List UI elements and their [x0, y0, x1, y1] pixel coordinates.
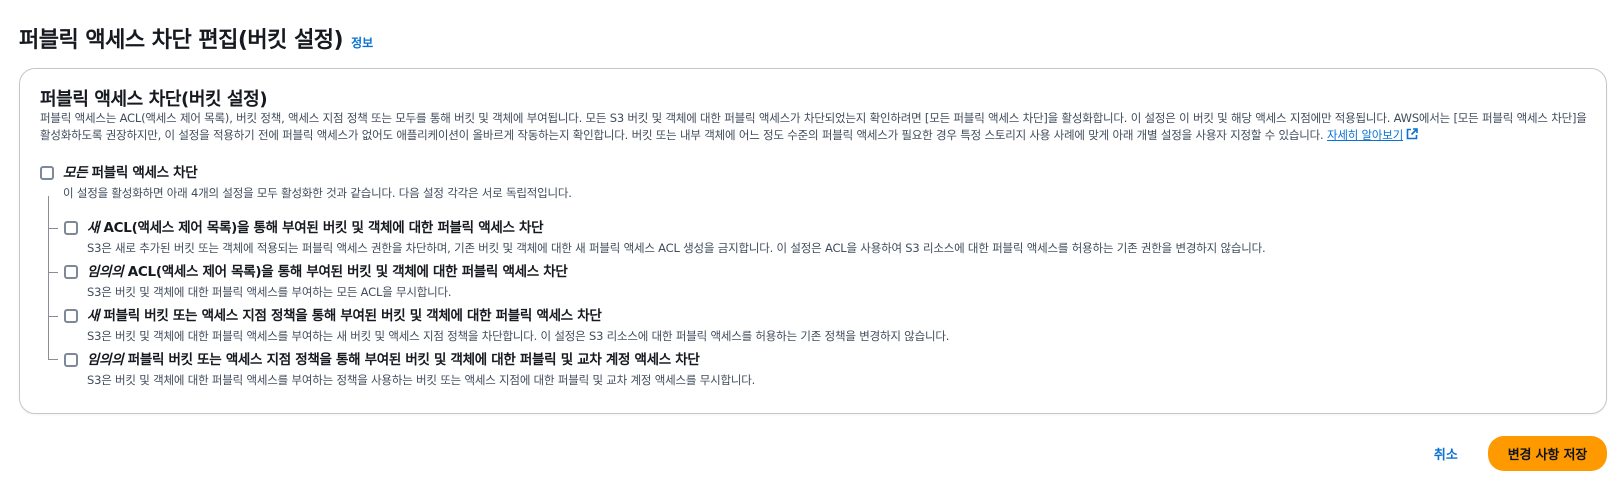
option-label: 새 ACL(액세스 제어 목록)을 통해 부여된 버킷 및 객체에 대한 퍼블릭… — [87, 220, 1265, 237]
block-any-acl-checkbox[interactable] — [64, 265, 78, 279]
option-label-rest: 퍼블릭 액세스 차단 — [87, 165, 198, 181]
panel-title: 퍼블릭 액세스 차단(버킷 설정) — [40, 89, 268, 110]
option-label: 임의의 ACL(액세스 제어 목록)을 통해 부여된 버킷 및 객체에 대한 퍼… — [87, 264, 568, 281]
page-title: 퍼블릭 액세스 차단 편집(버킷 설정) — [19, 28, 344, 53]
option-label-emph: 모든 — [63, 165, 88, 181]
option-label-emph: 새 — [87, 220, 100, 236]
option-text: 임의의 ACL(액세스 제어 목록)을 통해 부여된 버킷 및 객체에 대한 퍼… — [87, 264, 568, 300]
option-description: S3은 버킷 및 객체에 대한 퍼블릭 액세스를 부여하는 새 버킷 및 액세스… — [87, 329, 950, 343]
option-block-any-policy: 임의의 퍼블릭 버킷 또는 액세스 지점 정책을 통해 부여된 버킷 및 객체에… — [64, 352, 755, 388]
option-label-emph: 임의의 — [87, 264, 124, 280]
option-label-rest: 퍼블릭 버킷 또는 액세스 지점 정책을 통해 부여된 버킷 및 객체에 대한 … — [99, 308, 602, 324]
option-text: 모든 퍼블릭 액세스 차단 이 설정을 활성화하면 아래 4개의 설정을 모두 … — [63, 165, 572, 201]
cancel-button[interactable]: 취소 — [1420, 436, 1472, 471]
block-new-policy-checkbox[interactable] — [64, 309, 78, 323]
option-text: 새 퍼블릭 버킷 또는 액세스 지점 정책을 통해 부여된 버킷 및 객체에 대… — [87, 308, 949, 344]
block-all-checkbox[interactable] — [40, 166, 54, 180]
external-link-icon — [1406, 128, 1418, 140]
option-description: S3은 버킷 및 객체에 대한 퍼블릭 액세스를 부여하는 모든 ACL을 무시… — [87, 285, 452, 299]
learn-more-label: 자세히 알아보기 — [1326, 128, 1404, 142]
tree-connector — [48, 196, 49, 359]
page-header: 퍼블릭 액세스 차단 편집(버킷 설정) 정보 — [19, 22, 373, 54]
option-block-all: 모든 퍼블릭 액세스 차단 이 설정을 활성화하면 아래 4개의 설정을 모두 … — [40, 165, 572, 201]
option-description: S3은 버킷 및 객체에 대한 퍼블릭 액세스를 부여하는 정책을 사용하는 버… — [87, 373, 756, 387]
page: 퍼블릭 액세스 차단 편집(버킷 설정) 정보 퍼블릭 액세스 차단(버킷 설정… — [0, 0, 1623, 498]
save-changes-button[interactable]: 변경 사항 저장 — [1487, 436, 1607, 471]
option-description: 이 설정을 활성화하면 아래 4개의 설정을 모두 활성화한 것과 같습니다. … — [63, 186, 572, 200]
panel-description: 퍼블릭 액세스는 ACL(액세스 제어 목록), 버킷 정책, 액세스 지점 정… — [40, 110, 1600, 144]
option-description: S3은 새로 추가된 버킷 또는 객체에 적용되는 퍼블릭 액세스 권한을 차단… — [87, 241, 1266, 255]
tree-branch — [48, 272, 58, 273]
info-link[interactable]: 정보 — [351, 34, 373, 51]
option-block-new-acl: 새 ACL(액세스 제어 목록)을 통해 부여된 버킷 및 객체에 대한 퍼블릭… — [64, 220, 1266, 256]
block-new-acl-checkbox[interactable] — [64, 221, 78, 235]
option-label-rest: ACL(액세스 제어 목록)을 통해 부여된 버킷 및 객체에 대한 퍼블릭 액… — [123, 264, 568, 280]
tree-branch — [48, 316, 58, 317]
option-label-rest: 퍼블릭 버킷 또는 액세스 지점 정책을 통해 부여된 버킷 및 객체에 대한 … — [123, 352, 700, 368]
option-block-any-acl: 임의의 ACL(액세스 제어 목록)을 통해 부여된 버킷 및 객체에 대한 퍼… — [64, 264, 568, 300]
tree-branch — [48, 228, 58, 229]
option-block-new-policy: 새 퍼블릭 버킷 또는 액세스 지점 정책을 통해 부여된 버킷 및 객체에 대… — [64, 308, 949, 344]
learn-more-link[interactable]: 자세히 알아보기 — [1327, 128, 1418, 142]
block-public-access-panel: 퍼블릭 액세스 차단(버킷 설정) 퍼블릭 액세스는 ACL(액세스 제어 목록… — [19, 68, 1607, 414]
form-actions: 취소 변경 사항 저장 — [1420, 436, 1607, 471]
option-label: 임의의 퍼블릭 버킷 또는 액세스 지점 정책을 통해 부여된 버킷 및 객체에… — [87, 352, 755, 369]
option-text: 임의의 퍼블릭 버킷 또는 액세스 지점 정책을 통해 부여된 버킷 및 객체에… — [87, 352, 755, 388]
option-label-emph: 임의의 — [87, 352, 124, 368]
option-label-emph: 새 — [87, 308, 100, 324]
option-label: 새 퍼블릭 버킷 또는 액세스 지점 정책을 통해 부여된 버킷 및 객체에 대… — [87, 308, 949, 325]
block-any-policy-checkbox[interactable] — [64, 353, 78, 367]
tree-branch — [48, 359, 58, 360]
option-text: 새 ACL(액세스 제어 목록)을 통해 부여된 버킷 및 객체에 대한 퍼블릭… — [87, 220, 1266, 256]
option-label: 모든 퍼블릭 액세스 차단 — [63, 165, 572, 182]
option-label-rest: ACL(액세스 제어 목록)을 통해 부여된 버킷 및 객체에 대한 퍼블릭 액… — [99, 220, 544, 236]
